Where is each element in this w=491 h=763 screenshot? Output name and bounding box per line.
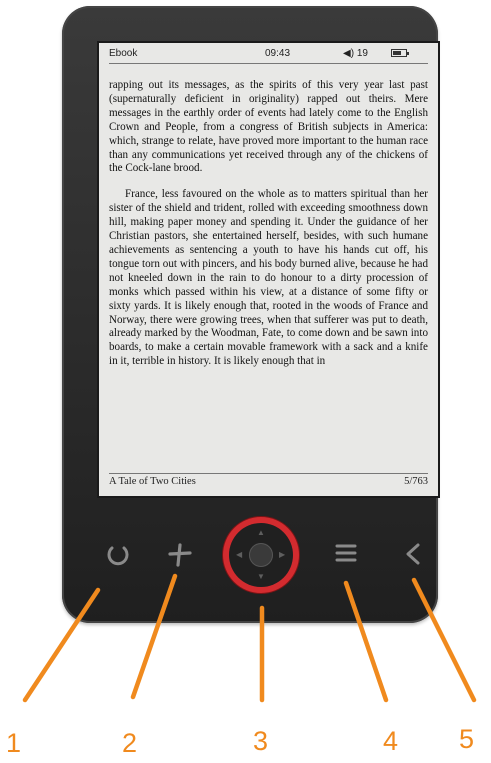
- callout-label-2: 2: [122, 728, 138, 758]
- callout-line-4: [343, 580, 389, 703]
- callout-label-1: 1: [6, 728, 22, 758]
- callout-line-1: [22, 587, 101, 703]
- callout-label-4: 4: [383, 726, 399, 756]
- callout-line-5: [411, 577, 477, 703]
- callout-label-5: 5: [459, 724, 475, 754]
- callout-lines: [22, 573, 477, 703]
- callout-line-2: [130, 573, 178, 700]
- callout-label-3: 3: [253, 726, 269, 756]
